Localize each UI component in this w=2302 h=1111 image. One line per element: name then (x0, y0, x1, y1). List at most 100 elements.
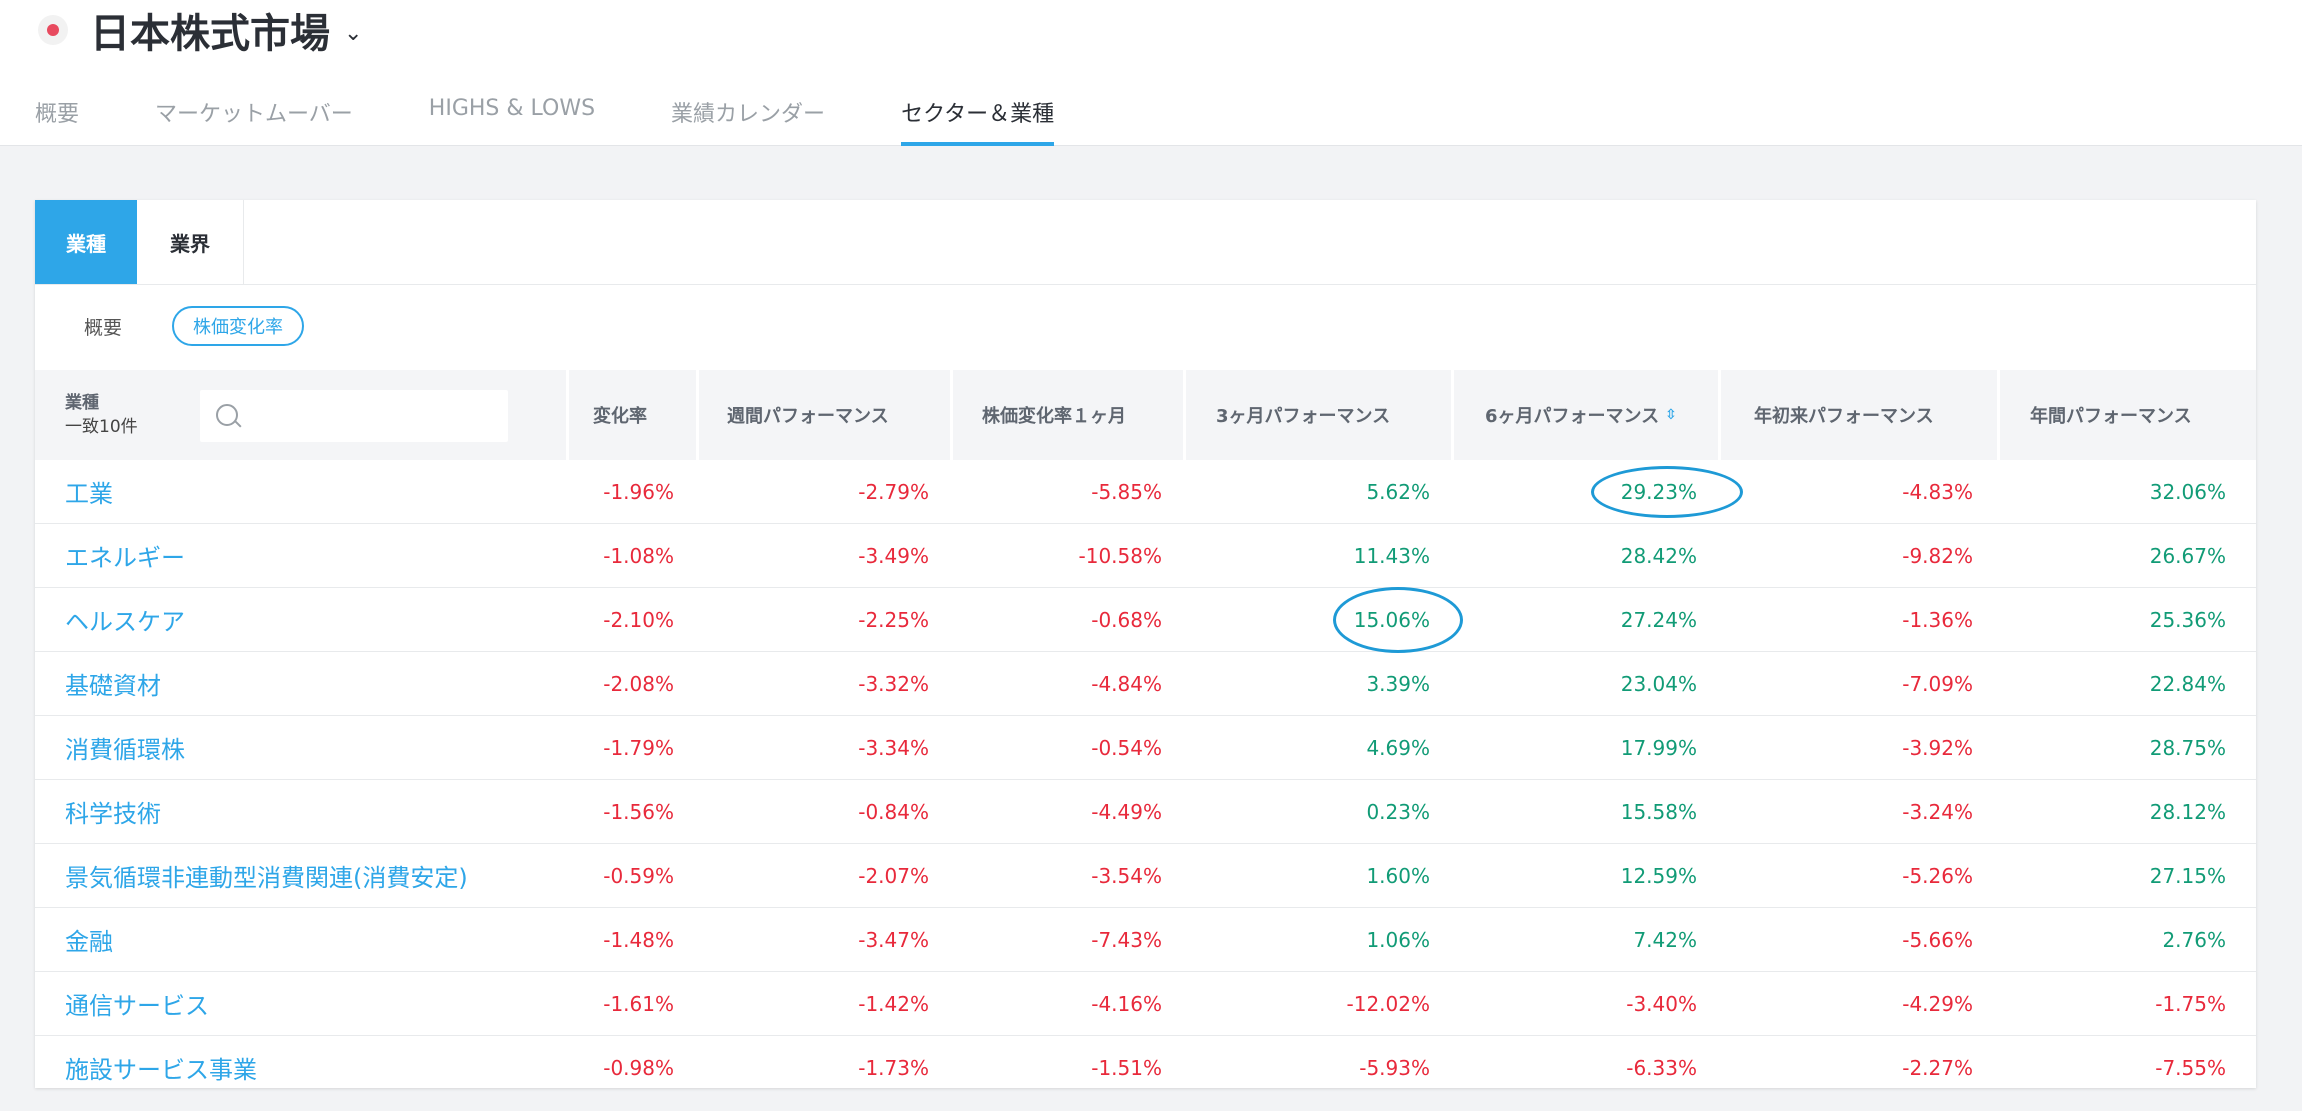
value-cell: 29.23% (1620, 479, 1697, 504)
industry-link[interactable]: 施設サービス事業 (65, 1036, 257, 1099)
tab-overview[interactable]: 概要 (35, 90, 79, 146)
value-cell: -12.02% (1346, 991, 1430, 1016)
value-cell: 26.67% (2149, 543, 2226, 568)
value-cell: -1.56% (603, 799, 674, 824)
value-cell: -0.59% (603, 863, 674, 888)
industry-link[interactable]: 景気循環非連動型消費関連(消費安定) (65, 844, 468, 907)
value-cell: -5.93% (1359, 1055, 1430, 1080)
header-change[interactable]: 変化率 (593, 370, 647, 460)
subtab-price-change[interactable]: 株価変化率 (172, 306, 304, 346)
value-cell: -0.68% (1091, 607, 1162, 632)
industry-link[interactable]: 金融 (65, 908, 113, 971)
table-row[interactable]: 景気循環非連動型消費関連(消費安定) -0.59% -2.07% -3.54% 1.60… (35, 844, 2256, 908)
header-divider (950, 370, 953, 460)
value-cell: 23.04% (1620, 671, 1697, 696)
tab-market-movers[interactable]: マーケットムーバー (155, 90, 353, 146)
value-cell: -0.98% (603, 1055, 674, 1080)
value-cell: 15.58% (1620, 799, 1697, 824)
value-cell: 15.06% (1353, 607, 1430, 632)
table-row[interactable]: 施設サービス事業 -0.98% -1.73% -1.51% -5.93% -6.33% -2… (35, 1036, 2256, 1099)
industry-link[interactable]: 工業 (65, 460, 113, 523)
table-row[interactable]: エネルギー -1.08% -3.49% -10.58% 11.43% 28.42% -9.8… (35, 524, 2256, 588)
header-industry: 業種 一致10件 (65, 370, 138, 460)
value-cell: -9.82% (1902, 543, 1973, 568)
value-cell: -1.36% (1902, 607, 1973, 632)
value-cell: -3.34% (858, 735, 929, 760)
segment-industry[interactable]: 業種 (35, 200, 137, 284)
value-cell: -7.43% (1091, 927, 1162, 952)
value-cell: -7.09% (1902, 671, 1973, 696)
value-cell: -3.47% (858, 927, 929, 952)
value-cell: -1.96% (603, 479, 674, 504)
table-row[interactable]: 消費循環株 -1.79% -3.34% -0.54% 4.69% 17.99% -3.92%… (35, 716, 2256, 780)
sort-icon[interactable]: ⇳ (1665, 407, 1677, 423)
header-divider (1997, 370, 2000, 460)
segment-tabs: 業種 業界 (35, 200, 2256, 285)
header-6month-label: 6ヶ月パフォーマンス (1485, 406, 1660, 427)
value-cell: 3.39% (1366, 671, 1430, 696)
tab-sector-industry[interactable]: セクター＆業種 (901, 90, 1055, 146)
header-annual[interactable]: 年間パフォーマンス (2030, 370, 2192, 460)
industry-link[interactable]: 科学技術 (65, 780, 161, 843)
industry-link[interactable]: 消費循環株 (65, 716, 185, 779)
value-cell: -1.42% (858, 991, 929, 1016)
header-1month[interactable]: 株価変化率１ヶ月 (982, 370, 1126, 460)
value-cell: -1.61% (603, 991, 674, 1016)
industry-link[interactable]: ヘルスケア (65, 588, 185, 651)
value-cell: 32.06% (2149, 479, 2226, 504)
value-cell: -2.10% (603, 607, 674, 632)
value-cell: 27.24% (1620, 607, 1697, 632)
value-cell: -1.48% (603, 927, 674, 952)
table-row[interactable]: 基礎資材 -2.08% -3.32% -4.84% 3.39% 23.04% -7.09% 2… (35, 652, 2256, 716)
table-header: 業種 一致10件 変化率 週間パフォーマンス 株価変化率１ヶ月 3ヶ月パフォーマ… (35, 370, 2256, 460)
value-cell: 1.60% (1366, 863, 1430, 888)
search-input[interactable] (200, 390, 508, 442)
sector-card: 業種 業界 概要 株価変化率 業種 一致10件 変化率 週間パフォーマンス 株価… (35, 200, 2256, 1088)
value-cell: -1.08% (603, 543, 674, 568)
value-cell: -0.54% (1091, 735, 1162, 760)
table-row[interactable]: 科学技術 -1.56% -0.84% -4.49% 0.23% 15.58% -3.24% 2… (35, 780, 2256, 844)
japan-flag-icon (38, 15, 68, 45)
industry-link[interactable]: 基礎資材 (65, 652, 161, 715)
value-cell: -3.54% (1091, 863, 1162, 888)
top-nav: 概要 マーケットムーバー HIGHS & LOWS 業績カレンダー セクター＆業… (35, 90, 1130, 146)
value-cell: -3.49% (858, 543, 929, 568)
header-industry-label: 業種 (65, 393, 99, 413)
value-cell: -2.27% (1902, 1055, 1973, 1080)
value-cell: -3.40% (1626, 991, 1697, 1016)
value-cell: -4.83% (1902, 479, 1973, 504)
value-cell: -1.73% (858, 1055, 929, 1080)
value-cell: 11.43% (1353, 543, 1430, 568)
value-cell: 28.75% (2149, 735, 2226, 760)
header-3month[interactable]: 3ヶ月パフォーマンス (1216, 370, 1390, 460)
tab-highs-lows[interactable]: HIGHS & LOWS (429, 90, 595, 146)
value-cell: -2.25% (858, 607, 929, 632)
table-row[interactable]: 通信サービス -1.61% -1.42% -4.16% -12.02% -3.40% -4.… (35, 972, 2256, 1036)
page-title: 日本株式市場 (90, 11, 330, 57)
table-row[interactable]: 工業 -1.96% -2.79% -5.85% 5.62% 29.23% -4.83% 32.… (35, 460, 2256, 524)
chevron-down-icon[interactable]: ⌄ (344, 21, 362, 46)
table-row[interactable]: 金融 -1.48% -3.47% -7.43% 1.06% 7.42% -5.66% 2.76… (35, 908, 2256, 972)
value-cell: -1.79% (603, 735, 674, 760)
market-selector[interactable]: 日本株式市場 ⌄ (38, 0, 362, 60)
value-cell: 2.76% (2162, 927, 2226, 952)
value-cell: -1.51% (1091, 1055, 1162, 1080)
industry-link[interactable]: エネルギー (65, 524, 185, 587)
table-body: 工業 -1.96% -2.79% -5.85% 5.62% 29.23% -4.83% 32.… (35, 460, 2256, 1099)
page-header: 日本株式市場 ⌄ 概要 マーケットムーバー HIGHS & LOWS 業績カレン… (0, 0, 2302, 146)
segment-sector[interactable]: 業界 (137, 200, 244, 284)
value-cell: 28.42% (1620, 543, 1697, 568)
header-ytd[interactable]: 年初来パフォーマンス (1754, 370, 1934, 460)
value-cell: -4.49% (1091, 799, 1162, 824)
value-cell: -0.84% (858, 799, 929, 824)
value-cell: 1.06% (1366, 927, 1430, 952)
table-row[interactable]: ヘルスケア -2.10% -2.25% -0.68% 15.06% 27.24% -1.36… (35, 588, 2256, 652)
industry-link[interactable]: 通信サービス (65, 972, 209, 1035)
sub-tabs: 概要 株価変化率 (35, 285, 2256, 355)
subtab-overview[interactable]: 概要 (84, 313, 122, 340)
tab-earnings-calendar[interactable]: 業績カレンダー (671, 90, 825, 146)
header-6month[interactable]: 6ヶ月パフォーマンス ⇳ (1485, 370, 1677, 460)
value-cell: -2.79% (858, 479, 929, 504)
header-weekly[interactable]: 週間パフォーマンス (727, 370, 889, 460)
value-cell: 4.69% (1366, 735, 1430, 760)
